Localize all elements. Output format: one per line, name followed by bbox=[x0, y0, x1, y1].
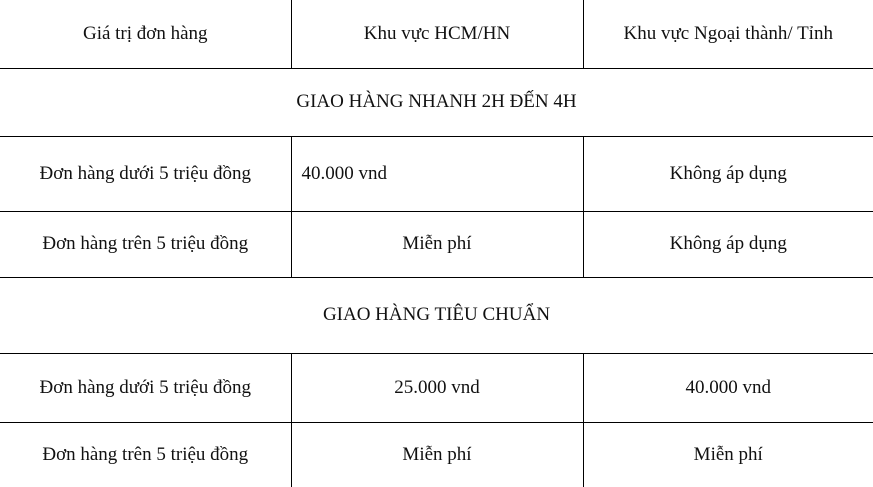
header-region-suburban-province: Khu vực Ngoại thành/ Tỉnh bbox=[582, 0, 873, 69]
shipping-fee-table: Giá trị đơn hàng Khu vực HCM/HN Khu vực … bbox=[0, 0, 873, 487]
province-fee-cell: Không áp dụng bbox=[582, 136, 873, 212]
order-value-cell: Đơn hàng dưới 5 triệu đồng bbox=[0, 136, 291, 212]
header-order-value: Giá trị đơn hàng bbox=[0, 0, 291, 69]
province-fee-cell: Không áp dụng bbox=[582, 211, 873, 278]
order-value-cell: Đơn hàng trên 5 triệu đồng bbox=[0, 211, 291, 278]
hcm-hn-fee-cell: 40.000 vnd bbox=[290, 136, 583, 212]
order-value-cell: Đơn hàng trên 5 triệu đồng bbox=[42, 443, 249, 465]
table-row: Đơn hàng trên 5 triệu đồng Miễn phí Miễn… bbox=[0, 422, 873, 487]
table-row: Đơn hàng dưới 5 triệu đồng 40.000 vnd Kh… bbox=[0, 136, 873, 212]
header-region-hcm-hn: Khu vực HCM/HN bbox=[290, 0, 583, 69]
table-row: Đơn hàng trên 5 triệu đồng Miễn phí Khôn… bbox=[0, 211, 873, 278]
section-title-express: GIAO HÀNG NHANH 2H ĐẾN 4H bbox=[0, 68, 873, 137]
section-title-standard: GIAO HÀNG TIÊU CHUẨN bbox=[0, 277, 873, 354]
province-fee-cell: Miễn phí bbox=[582, 422, 873, 487]
table-header-row: Giá trị đơn hàng Khu vực HCM/HN Khu vực … bbox=[0, 0, 873, 69]
order-value-cell: Đơn hàng dưới 5 triệu đồng bbox=[0, 353, 291, 423]
hcm-hn-fee-cell: 25.000 vnd bbox=[290, 353, 583, 423]
table-row: Đơn hàng dưới 5 triệu đồng 25.000 vnd 40… bbox=[0, 353, 873, 423]
section-row-express: GIAO HÀNG NHANH 2H ĐẾN 4H bbox=[0, 68, 873, 137]
hcm-hn-fee-cell: Miễn phí bbox=[290, 422, 583, 487]
hcm-hn-fee-cell: Miễn phí bbox=[290, 211, 583, 278]
province-fee-cell: 40.000 vnd bbox=[582, 353, 873, 423]
section-row-standard: GIAO HÀNG TIÊU CHUẨN bbox=[0, 277, 873, 354]
